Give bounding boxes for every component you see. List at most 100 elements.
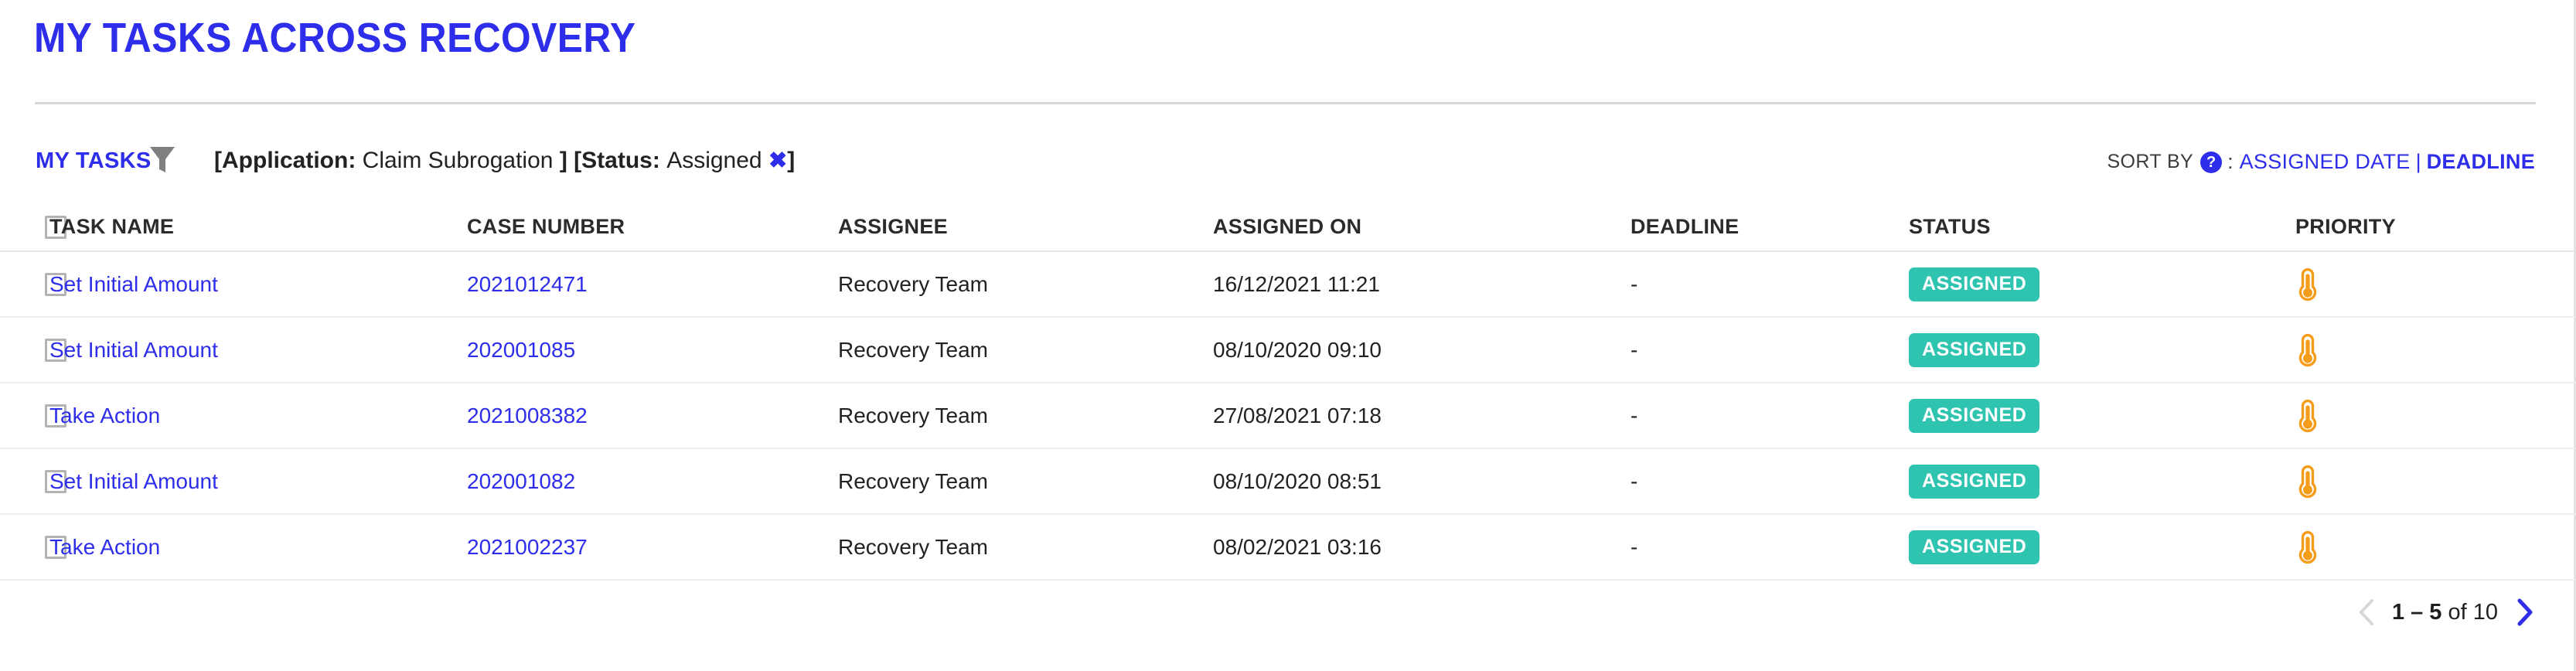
cell-deadline: - (1630, 534, 1638, 559)
cell-status: ASSIGNED (1909, 267, 2295, 301)
chip-close-bracket-1 (553, 148, 559, 173)
cell-status: ASSIGNED (1909, 530, 2295, 564)
table-body: Set Initial Amount 2021012471 Recovery Tea… (0, 252, 2576, 581)
task-name-link[interactable]: Take Action (49, 404, 160, 427)
cell-priority (2295, 399, 2527, 433)
column-header-case-number[interactable]: CASE NUMBER (467, 215, 838, 239)
task-name-link[interactable]: Set Initial Amount (49, 338, 218, 362)
cell-task-name: Set Initial Amount (49, 272, 467, 297)
row-select-cell (0, 535, 66, 559)
sort-by-label: SORT BY (2107, 151, 2194, 172)
column-header-priority[interactable]: PRIORITY (2295, 215, 2527, 239)
chip-remove-space (762, 148, 768, 173)
thermometer-icon (2295, 333, 2527, 367)
column-header-task-name[interactable]: TASK NAME (49, 215, 467, 239)
case-number-link[interactable]: 2021012471 (467, 272, 588, 296)
cell-assigned-on: 08/10/2020 09:10 (1213, 337, 1382, 362)
cell-priority (2295, 267, 2527, 301)
cell-case-number: 2021012471 (467, 272, 838, 297)
tasks-table: TASK NAME CASE NUMBER ASSIGNEE ASSIGNED … (0, 203, 2576, 581)
chip-open-bracket-1: [ (214, 148, 222, 173)
case-number-link[interactable]: 2021008382 (467, 404, 588, 427)
row-select-cell (0, 338, 66, 362)
chip-value-application-text: Claim Subrogation (362, 148, 554, 173)
chip-close-bracket-2: ] (787, 148, 796, 173)
filter-funnel-icon[interactable] (149, 145, 175, 175)
pagination-summary: 1 – 5 of 10 (2392, 600, 2498, 625)
sort-option-assigned-date[interactable]: ASSIGNED DATE (2240, 150, 2411, 174)
my-tasks-list-label[interactable]: MY TASKS (36, 148, 152, 174)
case-number-link[interactable]: 202001082 (467, 469, 575, 493)
status-badge: ASSIGNED (1909, 332, 2040, 367)
cell-assignee: Recovery Team (838, 468, 989, 493)
case-number-link[interactable]: 202001085 (467, 338, 575, 362)
case-number-link[interactable]: 2021002237 (467, 535, 588, 559)
cell-case-number: 2021008382 (467, 404, 838, 428)
chevron-left-icon (2353, 597, 2380, 628)
cell-task-name: Take Action (49, 404, 467, 428)
page-title: MY TASKS ACROSS RECOVERY (34, 15, 636, 61)
chip-remove-status-icon[interactable]: ✖ (768, 148, 787, 173)
chip-label-application: Application: (222, 148, 356, 173)
column-header-assigned-on[interactable]: ASSIGNED ON (1213, 215, 1630, 239)
cell-assignee: Recovery Team (838, 337, 989, 362)
cell-assigned-on: 08/02/2021 03:16 (1213, 534, 1382, 559)
chip-spacer (567, 148, 574, 173)
table-row[interactable]: Take Action 2021008382 Recovery Team 27/08/… (0, 383, 2576, 449)
row-select-cell (0, 272, 66, 296)
status-badge: ASSIGNED (1909, 464, 2040, 499)
cell-deadline: - (1630, 337, 1638, 362)
cell-case-number: 202001085 (467, 338, 838, 363)
title-divider (35, 102, 2536, 104)
row-select-cell (0, 404, 66, 427)
sort-option-deadline[interactable]: DEADLINE (2427, 150, 2535, 174)
pagination-range: 1 – 5 (2391, 599, 2442, 625)
cell-priority (2295, 333, 2527, 367)
column-header-assignee[interactable]: ASSIGNEE (838, 215, 1213, 239)
task-name-link[interactable]: Take Action (49, 535, 160, 559)
cell-status: ASSIGNED (1909, 332, 2295, 367)
cell-deadline: - (1630, 403, 1638, 427)
chevron-right-icon[interactable] (2512, 597, 2538, 628)
chip-label-status: Status: (581, 148, 660, 173)
sort-option-separator: | (2415, 150, 2421, 173)
cell-status: ASSIGNED (1909, 464, 2295, 499)
row-select-cell (0, 469, 66, 493)
chip-close-bracket-1-text: ] (559, 148, 567, 173)
cell-case-number: 202001082 (467, 469, 838, 494)
cell-assignee: Recovery Team (838, 271, 989, 296)
cell-assignee: Recovery Team (838, 534, 989, 559)
column-header-deadline[interactable]: DEADLINE (1630, 215, 1909, 239)
table-row[interactable]: Set Initial Amount 202001082 Recovery Team… (0, 449, 2576, 515)
cell-task-name: Take Action (49, 535, 467, 560)
cell-assignee: Recovery Team (838, 403, 989, 427)
table-row[interactable]: Take Action 2021002237 Recovery Team 08/02/… (0, 515, 2576, 581)
status-badge: ASSIGNED (1909, 398, 2040, 433)
thermometer-icon (2295, 530, 2527, 564)
task-list-page: MY TASKS ACROSS RECOVERY MY TASKS [Appli… (0, 0, 2576, 671)
cell-deadline: - (1630, 468, 1638, 493)
sort-colon: : (2227, 150, 2234, 173)
table-row[interactable]: Set Initial Amount 202001085 Recovery Team… (0, 318, 2576, 383)
status-badge: ASSIGNED (1909, 530, 2040, 564)
select-all-cell (0, 215, 66, 239)
thermometer-icon (2295, 399, 2527, 433)
cell-priority (2295, 530, 2527, 564)
cell-case-number: 2021002237 (467, 535, 838, 560)
table-row[interactable]: Set Initial Amount 2021012471 Recovery Tea… (0, 252, 2576, 318)
chip-value-status-space (660, 148, 666, 173)
task-name-link[interactable]: Set Initial Amount (49, 469, 218, 493)
status-badge: ASSIGNED (1909, 267, 2040, 301)
cell-assigned-on: 08/10/2020 08:51 (1213, 468, 1382, 493)
column-header-status[interactable]: STATUS (1909, 215, 2295, 239)
chip-open-bracket-2: [ (574, 148, 582, 173)
task-name-link[interactable]: Set Initial Amount (49, 272, 218, 296)
thermometer-icon (2295, 267, 2527, 301)
thermometer-icon (2295, 465, 2527, 499)
cell-priority (2295, 465, 2527, 499)
active-filter-chips: [Application: Claim Subrogation ] [Statu… (214, 147, 795, 174)
question-mark-help-icon[interactable]: ? (2200, 151, 2223, 173)
cell-assigned-on: 16/12/2021 11:21 (1213, 271, 1380, 296)
chip-value-status: Assigned (666, 148, 762, 173)
sort-by-controls: SORT BY ? : ASSIGNED DATE | DEADLINE (2107, 150, 2535, 174)
